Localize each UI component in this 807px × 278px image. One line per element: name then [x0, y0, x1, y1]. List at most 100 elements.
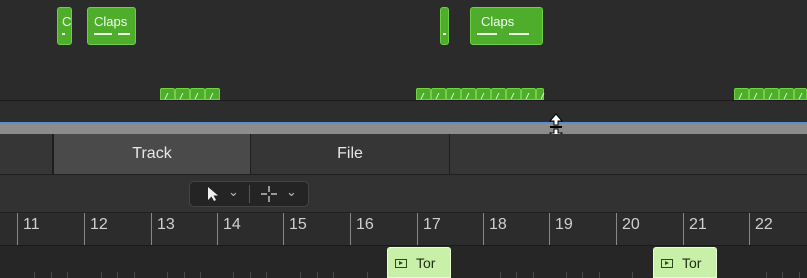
beat-tick: [799, 272, 800, 278]
beat-tick: [67, 272, 68, 278]
beat-tick: [599, 272, 600, 278]
beat-tick: [200, 272, 201, 278]
bar-number: 15: [289, 216, 307, 233]
ruler-bar: 20: [616, 213, 640, 245]
mini-region[interactable]: [536, 88, 544, 100]
play-region-icon: [395, 259, 407, 268]
bar-number: 12: [90, 216, 108, 233]
mini-region[interactable]: [734, 88, 749, 100]
region-marker: [62, 33, 65, 35]
region-label: Claps: [94, 14, 128, 29]
beat-tick: [233, 272, 234, 278]
beat-tick: [167, 272, 168, 278]
bar-number: 16: [356, 216, 374, 233]
ruler-bar: 22: [749, 213, 773, 245]
beat-tick: [766, 272, 767, 278]
mini-region[interactable]: [491, 88, 506, 100]
tab-label: Track: [132, 145, 172, 162]
region-label: Claps: [481, 14, 515, 29]
lane-region[interactable]: Tor: [653, 247, 717, 278]
beat-tick: [582, 272, 583, 278]
bar-number: 13: [157, 216, 175, 233]
lane-region-label: Tor: [416, 255, 436, 271]
beat-tick: [250, 272, 251, 278]
lane-region-label: Tor: [682, 255, 702, 271]
tab-file[interactable]: File: [251, 134, 450, 174]
claps-region[interactable]: [440, 7, 449, 45]
bar-ruler[interactable]: 11 12 13 14 15 16 17 18 19 20 21 22: [0, 213, 807, 246]
marquee-tool-menu[interactable]: ⌄: [250, 182, 308, 206]
region-marker: [477, 33, 497, 35]
tool-menus: ⌄ ⌄: [189, 181, 309, 207]
bar-number: 18: [489, 216, 507, 233]
chevron-down-icon: ⌄: [228, 184, 239, 199]
ruler-bar: 16: [350, 213, 374, 245]
bar-number: 14: [223, 216, 241, 233]
mini-region[interactable]: [779, 88, 794, 100]
bar-number: 20: [622, 216, 640, 233]
ruler-bar: 13: [151, 213, 175, 245]
beat-tick: [782, 272, 783, 278]
claps-region[interactable]: Claps: [87, 7, 136, 45]
ruler-bar: 12: [84, 213, 108, 245]
tracks-area: C Claps Claps: [0, 0, 807, 100]
mini-region[interactable]: [749, 88, 764, 100]
mini-region[interactable]: [175, 88, 190, 100]
pane-resize-divider[interactable]: [0, 122, 807, 134]
bar-number: 11: [23, 216, 40, 233]
mini-region[interactable]: [190, 88, 205, 100]
crosshair-icon: [261, 186, 277, 202]
arrow-pointer-icon: [208, 187, 218, 201]
chevron-down-icon: ⌄: [286, 184, 297, 199]
mini-region[interactable]: [205, 88, 220, 100]
region-marker: [443, 33, 446, 35]
lane-region[interactable]: Tor: [387, 247, 451, 278]
claps-region[interactable]: C: [57, 7, 72, 45]
claps-region[interactable]: Claps: [470, 7, 543, 45]
bar-number: 17: [423, 216, 441, 233]
tab-label: File: [337, 145, 363, 162]
mini-region[interactable]: [521, 88, 536, 100]
beat-tick: [367, 272, 368, 278]
mini-region[interactable]: [461, 88, 476, 100]
bar-number: 19: [555, 216, 573, 233]
beat-tick: [184, 272, 185, 278]
mini-region[interactable]: [476, 88, 491, 100]
beat-tick: [51, 272, 52, 278]
beat-tick: [317, 272, 318, 278]
beat-tick: [516, 272, 517, 278]
region-marker: [509, 33, 529, 35]
editor-tab-bar: Track File: [0, 134, 807, 175]
mini-region[interactable]: [160, 88, 175, 100]
beat-tick: [333, 272, 334, 278]
region-marker: [118, 33, 130, 35]
mini-region[interactable]: [446, 88, 461, 100]
mini-region[interactable]: [431, 88, 446, 100]
empty-track-lane: [0, 101, 807, 122]
beat-tick: [266, 272, 267, 278]
pointer-tool-menu[interactable]: ⌄: [190, 182, 248, 206]
tab-left-partial[interactable]: [0, 134, 53, 174]
beat-tick: [533, 272, 534, 278]
bar-number: 22: [755, 216, 773, 233]
beat-tick: [566, 272, 567, 278]
region-label: C: [62, 14, 72, 29]
region-marker: [94, 33, 112, 35]
beat-tick: [134, 272, 135, 278]
tab-track[interactable]: Track: [53, 134, 251, 174]
mini-region[interactable]: [416, 88, 431, 100]
ruler-bar: 11: [17, 213, 40, 245]
play-region-icon: [661, 259, 673, 268]
mini-region[interactable]: [506, 88, 521, 100]
ruler-bar: 15: [283, 213, 307, 245]
beat-tick: [101, 272, 102, 278]
beat-tick: [34, 272, 35, 278]
bar-number: 21: [689, 216, 707, 233]
editor-toolbar: ⌄ ⌄: [0, 175, 807, 213]
ruler-bar: 17: [417, 213, 441, 245]
beat-tick: [632, 272, 633, 278]
mini-region[interactable]: [764, 88, 779, 100]
mini-region[interactable]: [794, 88, 807, 100]
ruler-bar: 18: [483, 213, 507, 245]
ruler-bar: 19: [549, 213, 573, 245]
